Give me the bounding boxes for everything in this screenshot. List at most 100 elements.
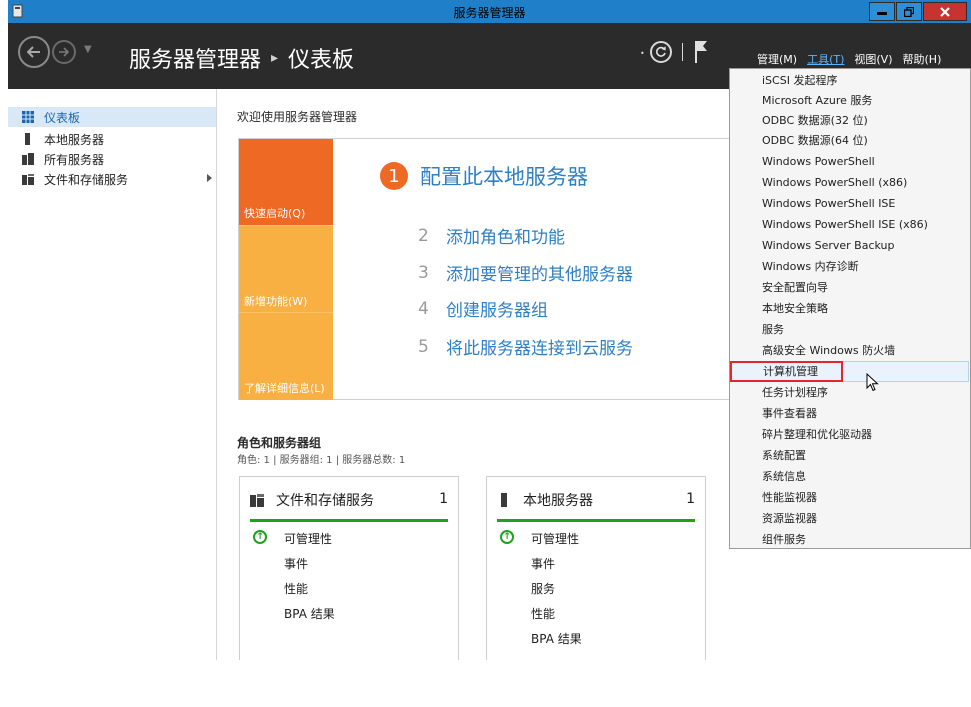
step-number: 4 [418, 298, 429, 319]
tile-row-manageability[interactable]: 可管理性 [284, 530, 332, 547]
quick-start-tile[interactable]: 快速启动(Q) [239, 139, 333, 225]
tile-row-services[interactable]: 服务 [531, 580, 555, 597]
tile-header[interactable]: 本地服务器 1 [497, 490, 695, 510]
back-button[interactable] [18, 36, 50, 68]
step-number: 2 [418, 225, 429, 246]
status-bar [497, 519, 695, 522]
menu-item-azure[interactable]: Microsoft Azure 服务 [731, 90, 969, 111]
step-link[interactable]: 添加角色和功能 [446, 223, 565, 248]
minimize-button[interactable] [869, 2, 895, 21]
role-tile-file-storage[interactable]: 文件和存储服务 1 ↑ 可管理性 事件 性能 BPA 结果 [239, 476, 459, 660]
menu-view[interactable]: 视图(V) [849, 50, 897, 68]
menu-item-system-information[interactable]: 系统信息 [731, 466, 969, 487]
status-ok-icon: ↑ [253, 530, 267, 544]
sidebar-item-all-servers[interactable]: 所有服务器 [8, 149, 216, 169]
file-storage-icon [250, 494, 264, 507]
menu-item-security-wizard[interactable]: 安全配置向导 [731, 277, 969, 298]
sidebar-item-label: 文件和存储服务 [44, 172, 129, 187]
step-connect-cloud[interactable]: 5 将此服务器连接到云服务 [418, 334, 633, 360]
highlight-box [730, 361, 843, 382]
menu-item-component-services[interactable]: 组件服务 [731, 529, 969, 550]
header-divider [682, 43, 683, 61]
breadcrumb-root[interactable]: 服务器管理器 [129, 42, 261, 74]
menu-item-system-configuration[interactable]: 系统配置 [731, 445, 969, 466]
tile-row-events[interactable]: 事件 [284, 555, 308, 572]
step-number-badge: 1 [380, 162, 408, 190]
refresh-dropdown-icon[interactable]: • [640, 49, 645, 58]
tile-row-bpa[interactable]: BPA 结果 [284, 605, 335, 622]
history-dropdown-icon[interactable]: ▼ [84, 44, 92, 55]
learn-more-label: 了解详细信息(L) [244, 382, 325, 395]
whats-new-label: 新增功能(W) [244, 295, 308, 308]
menu-item-performance-monitor[interactable]: 性能监视器 [731, 487, 969, 508]
roles-section-title: 角色和服务器组 [237, 436, 322, 450]
menu-item-firewall[interactable]: 高级安全 Windows 防火墙 [731, 340, 969, 361]
minimize-icon [877, 11, 887, 15]
step-configure-local-server[interactable]: 1 配置此本地服务器 [380, 161, 588, 191]
tile-title: 文件和存储服务 [276, 493, 374, 509]
step-link[interactable]: 添加要管理的其他服务器 [446, 260, 633, 285]
menu-manage[interactable]: 管理(M) [752, 50, 802, 68]
menu-item-task-scheduler[interactable]: 任务计划程序 [731, 382, 969, 403]
sidebar-item-file-storage[interactable]: 文件和存储服务 [8, 169, 216, 189]
menu-item-services[interactable]: 服务 [731, 319, 969, 340]
step-add-servers[interactable]: 3 添加要管理的其他服务器 [418, 260, 633, 286]
menu-item-local-security-policy[interactable]: 本地安全策略 [731, 298, 969, 319]
tile-title: 本地服务器 [523, 493, 593, 509]
arrow-left-icon [27, 46, 40, 58]
server-icon [501, 493, 507, 507]
sidebar-item-label: 本地服务器 [44, 132, 105, 147]
role-tile-local-server[interactable]: 本地服务器 1 ↑ 可管理性 事件 服务 性能 BPA 结果 [486, 476, 706, 660]
menu-item-odbc-32[interactable]: ODBC 数据源(32 位) [731, 110, 969, 131]
file-storage-icon [22, 174, 34, 185]
menu-item-server-backup[interactable]: Windows Server Backup [731, 235, 969, 256]
step-link[interactable]: 配置此本地服务器 [420, 161, 588, 191]
restore-icon [904, 6, 914, 17]
notifications-flag-icon[interactable] [694, 41, 708, 63]
tile-row-manageability[interactable]: 可管理性 [531, 530, 579, 547]
step-number: 3 [418, 262, 429, 283]
menu-item-resource-monitor[interactable]: 资源监视器 [731, 508, 969, 529]
sidebar-item-dashboard[interactable]: 仪表板 [8, 107, 216, 127]
menu-item-powershell-x86[interactable]: Windows PowerShell (x86) [731, 172, 969, 193]
step-create-group[interactable]: 4 创建服务器组 [418, 296, 548, 322]
servers-icon [22, 153, 34, 165]
tile-row-events[interactable]: 事件 [531, 555, 555, 572]
tile-row-performance[interactable]: 性能 [531, 605, 555, 622]
step-link[interactable]: 创建服务器组 [446, 296, 548, 321]
refresh-button[interactable] [650, 41, 672, 63]
tile-count: 1 [686, 491, 695, 507]
arrow-right-icon [59, 47, 70, 57]
close-button[interactable] [923, 2, 967, 21]
forward-button[interactable] [52, 40, 76, 64]
sidebar-item-local-server[interactable]: 本地服务器 [8, 129, 216, 149]
dashboard-icon [22, 111, 34, 123]
whats-new-tile[interactable]: 新增功能(W) [239, 225, 333, 313]
menu-item-odbc-64[interactable]: ODBC 数据源(64 位) [731, 130, 969, 151]
refresh-icon [656, 46, 666, 57]
menu-item-powershell-ise-x86[interactable]: Windows PowerShell ISE (x86) [731, 214, 969, 235]
menu-item-powershell-ise[interactable]: Windows PowerShell ISE [731, 193, 969, 214]
server-icon [25, 133, 30, 145]
menu-help[interactable]: 帮助(H) [898, 50, 947, 68]
tile-row-bpa[interactable]: BPA 结果 [531, 630, 582, 647]
menu-bar: 管理(M) 工具(T) 视图(V) 帮助(H) [752, 50, 946, 68]
tile-header[interactable]: 文件和存储服务 1 [250, 490, 448, 510]
menu-item-iscsi[interactable]: iSCSI 发起程序 [731, 70, 969, 91]
sidebar-item-label: 仪表板 [44, 110, 81, 125]
breadcrumb-separator-icon: ▸ [271, 50, 279, 66]
expand-arrow-icon[interactable] [207, 174, 212, 182]
tile-row-performance[interactable]: 性能 [284, 580, 308, 597]
page-title: 仪表板 [288, 48, 355, 73]
learn-more-tile[interactable]: 了解详细信息(L) [239, 312, 333, 400]
menu-tools[interactable]: 工具(T) [802, 50, 849, 68]
sidebar-item-label: 所有服务器 [44, 152, 105, 167]
menu-item-memory-diagnostic[interactable]: Windows 内存诊断 [731, 256, 969, 277]
restore-button[interactable] [896, 2, 922, 21]
menu-item-powershell[interactable]: Windows PowerShell [731, 151, 969, 172]
step-link[interactable]: 将此服务器连接到云服务 [446, 334, 633, 359]
step-add-roles[interactable]: 2 添加角色和功能 [418, 223, 565, 249]
menu-item-event-viewer[interactable]: 事件查看器 [731, 403, 969, 424]
menu-item-defragment[interactable]: 碎片整理和优化驱动器 [731, 424, 969, 445]
tools-dropdown-menu: iSCSI 发起程序 Microsoft Azure 服务 ODBC 数据源(3… [729, 68, 971, 549]
